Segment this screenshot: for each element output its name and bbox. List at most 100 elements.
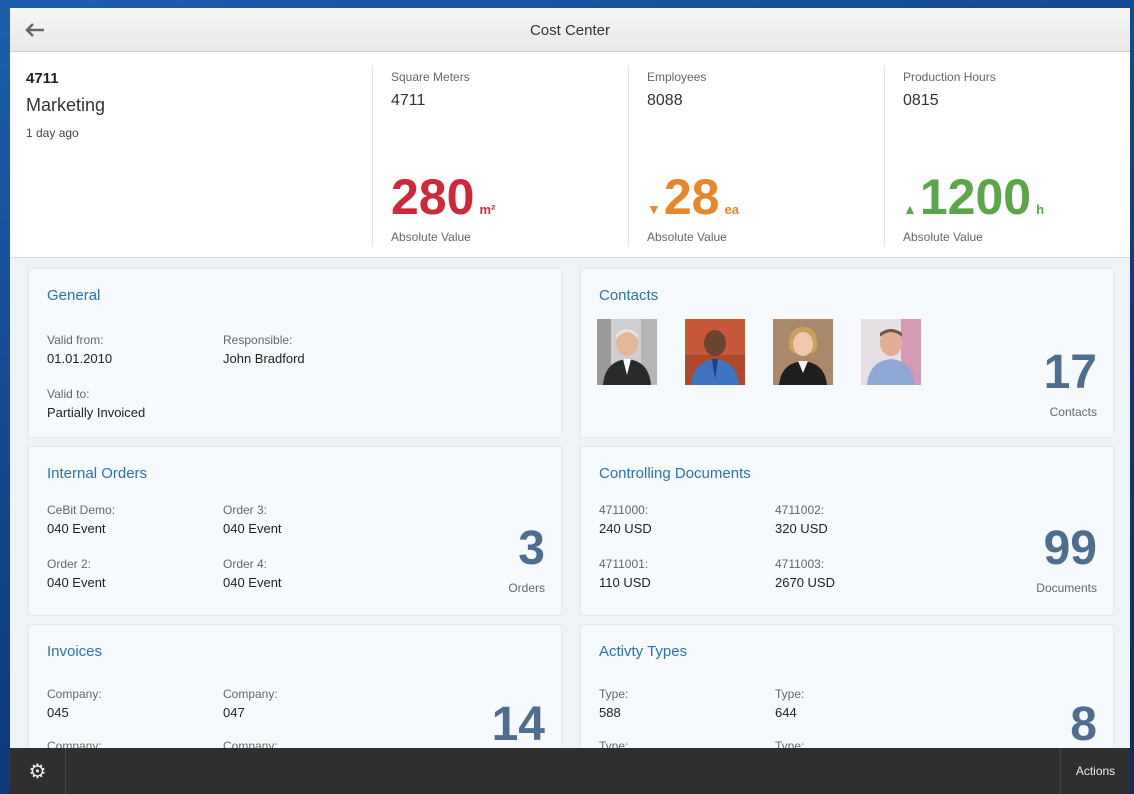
field-value: 040 Event: [223, 521, 282, 536]
field-value: 588: [599, 705, 621, 720]
kpi-label: Production Hours: [903, 70, 996, 84]
kpi-caption: Absolute Value: [391, 230, 471, 244]
kpi-value: 8088: [647, 92, 683, 109]
field-value: 2670 USD: [775, 575, 835, 590]
field-label: Order 4:: [223, 557, 268, 571]
card-title: Invoices: [47, 643, 103, 660]
object-id: 4711: [26, 70, 59, 87]
avatar[interactable]: [685, 319, 745, 385]
kpi-unit: h: [1036, 202, 1045, 217]
field-value: 040 Event: [47, 521, 106, 536]
contacts-count: 17 Contacts: [1043, 346, 1097, 420]
field-type: Type: 644: [775, 687, 804, 720]
kpi-employees: Employees 8088 ▼ 28 ea Absolute Value: [628, 66, 868, 246]
object-header: 4711 Marketing 1 day ago Square Meters 4…: [10, 52, 1130, 258]
field-value: 320 USD: [775, 521, 828, 536]
person-photo-icon: [597, 319, 657, 385]
card-internal-orders[interactable]: Internal Orders CeBit Demo: 040 Event Or…: [28, 446, 562, 616]
field-label: Valid from:: [47, 333, 104, 347]
field-order: CeBit Demo: 040 Event: [47, 503, 115, 536]
field-label: Valid to:: [47, 387, 90, 401]
orders-count: 3 Orders: [508, 522, 545, 596]
field-label: Company:: [223, 687, 278, 701]
count-value: 8: [1070, 698, 1097, 751]
object-timestamp: 1 day ago: [26, 126, 79, 140]
field-valid-to: Valid to: Partially Invoiced: [47, 387, 145, 420]
gear-icon: ⚙: [28, 760, 47, 783]
object-name: Marketing: [26, 95, 106, 115]
card-controlling-documents[interactable]: Controlling Documents 4711000: 240 USD 4…: [580, 446, 1114, 616]
kpi-number-value: 1200: [919, 169, 1032, 225]
kpi-number: ▼ 28 ea: [647, 172, 739, 222]
count-value: 14: [491, 698, 545, 751]
field-label: 4711002:: [775, 503, 825, 517]
field-value: John Bradford: [223, 351, 305, 366]
card-contacts[interactable]: Contacts 17 Contacts: [580, 268, 1114, 438]
kpi-value: 0815: [903, 92, 939, 109]
kpi-caption: Absolute Value: [647, 230, 727, 244]
field-value: 240 USD: [599, 521, 652, 536]
field-company: Company: 047: [223, 687, 278, 720]
field-value: 040 Event: [47, 575, 106, 590]
avatar[interactable]: [773, 319, 833, 385]
card-title: Internal Orders: [47, 465, 148, 482]
person-photo-icon: [861, 319, 921, 385]
field-label: 4711001:: [599, 557, 649, 571]
field-document: 4711003: 2670 USD: [775, 557, 835, 590]
field-type: Type: 588: [599, 687, 628, 720]
field-label: Company:: [47, 687, 102, 701]
field-label: Order 3:: [223, 503, 268, 517]
avatar[interactable]: [861, 319, 921, 385]
trend-down-icon: ▼: [647, 201, 661, 217]
person-photo-icon: [773, 319, 833, 385]
field-value: 040 Event: [223, 575, 282, 590]
field-company: Company: 045: [47, 687, 102, 720]
field-label: Responsible:: [223, 333, 293, 347]
card-title: Activty Types: [599, 643, 688, 660]
field-valid-from: Valid from: 01.01.2010: [47, 333, 112, 366]
count-value: 3: [518, 522, 545, 575]
invoices-count: 14: [492, 701, 545, 749]
field-value: 644: [775, 705, 797, 720]
page-header: Cost Center: [10, 8, 1130, 52]
kpi-label: Employees: [647, 70, 707, 84]
field-document: 4711000: 240 USD: [599, 503, 652, 536]
footer-toolbar: ⚙ Actions: [10, 748, 1130, 794]
field-value: Partially Invoiced: [47, 405, 146, 420]
count-label: Documents: [1036, 581, 1097, 595]
kpi-number: 280 m²: [391, 172, 495, 222]
field-document: 4711002: 320 USD: [775, 503, 828, 536]
person-photo-icon: [685, 319, 745, 385]
field-value: 045: [47, 705, 69, 720]
avatar[interactable]: [597, 319, 657, 385]
card-title: Controlling Documents: [599, 465, 751, 482]
activity-types-count: 8: [1070, 701, 1097, 749]
field-label: Type:: [599, 687, 629, 701]
field-label: CeBit Demo:: [47, 503, 116, 517]
field-responsible: Responsible: John Bradford: [223, 333, 305, 366]
field-label: Type:: [775, 687, 805, 701]
kpi-caption: Absolute Value: [903, 230, 983, 244]
field-order: Order 4: 040 Event: [223, 557, 282, 590]
field-order: Order 2: 040 Event: [47, 557, 106, 590]
settings-button[interactable]: ⚙: [10, 748, 66, 794]
field-label: Order 2:: [47, 557, 92, 571]
field-label: 4711003:: [775, 557, 825, 571]
field-document: 4711001: 110 USD: [599, 557, 651, 590]
page-title: Cost Center: [529, 22, 611, 39]
object-identifier: 4711 Marketing 1 day ago: [26, 70, 105, 140]
kpi-number-value: 280: [391, 169, 475, 225]
field-value: 047: [223, 705, 245, 720]
count-value: 17: [1043, 346, 1097, 399]
card-title: Contacts: [599, 287, 659, 304]
trend-up-icon: ▲: [903, 201, 917, 217]
count-label: Orders: [508, 581, 545, 595]
actions-button[interactable]: Actions: [1060, 748, 1130, 794]
card-general[interactable]: General Valid from: 01.01.2010 Responsib…: [28, 268, 562, 438]
kpi-label: Square Meters: [391, 70, 470, 84]
field-value: 01.01.2010: [47, 351, 113, 366]
kpi-unit: m²: [479, 202, 496, 217]
documents-count: 99 Documents: [1036, 525, 1097, 596]
field-label: 4711000:: [599, 503, 649, 517]
kpi-unit: ea: [724, 202, 739, 217]
